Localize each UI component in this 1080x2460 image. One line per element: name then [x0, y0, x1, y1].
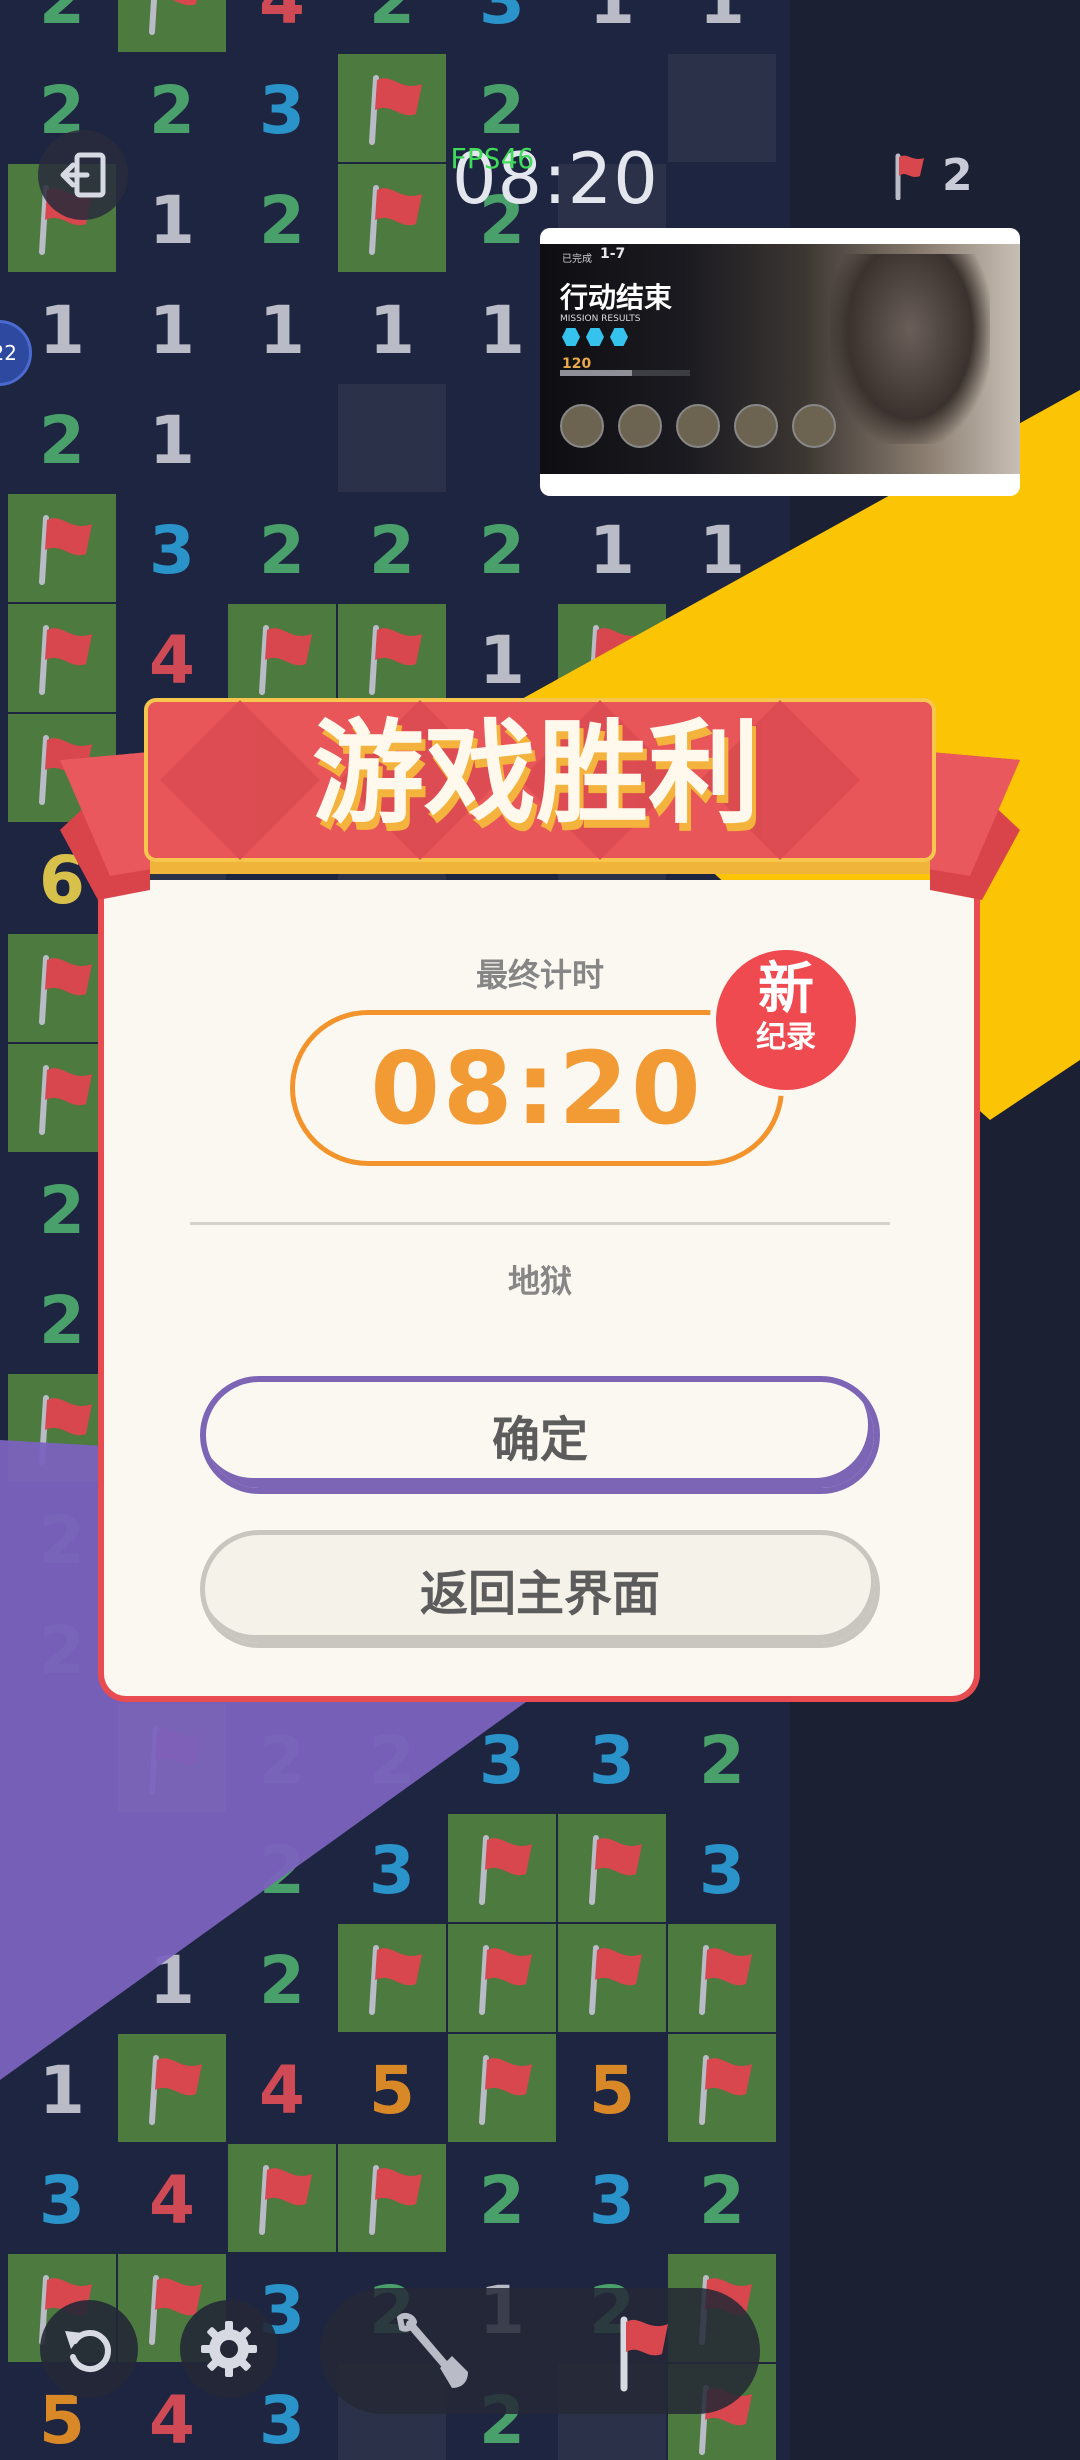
confirm-button[interactable]: 确定 — [200, 1376, 880, 1494]
thumbnail-stage-number: 1-7 — [600, 246, 626, 262]
flag-tool-icon[interactable] — [600, 2310, 684, 2394]
return-home-button[interactable]: 返回主界面 — [200, 1530, 880, 1648]
undo-button[interactable] — [40, 2300, 138, 2398]
new-record-line2: 纪录 — [756, 1020, 816, 1055]
final-time-label: 最终计时 — [475, 956, 604, 994]
final-time-box: 08:20 — [290, 1010, 784, 1166]
thumbnail-rating-icons — [562, 328, 628, 346]
thumbnail-stage-prefix: 已完成 — [562, 254, 592, 265]
undo-icon — [65, 2330, 111, 2372]
screenshot-thumbnail[interactable]: 已完成 1-7 行动结束 MISSION RESULTS 120 — [540, 228, 1020, 496]
final-time-value: 08:20 — [370, 1029, 704, 1147]
thumbnail-title: 行动结束 — [560, 281, 673, 314]
difficulty-label: 地狱 — [507, 1262, 572, 1300]
fps-counter: FPS46 — [450, 142, 535, 175]
new-record-badge: 新 纪录 — [710, 944, 862, 1096]
shovel-tool-icon[interactable] — [390, 2310, 474, 2394]
settings-button[interactable] — [180, 2300, 278, 2398]
victory-title: 游戏胜利 — [312, 709, 760, 839]
new-record-line1: 新 — [758, 957, 814, 1022]
thumbnail-reward-icons — [560, 404, 836, 448]
thumbnail-progress-bar — [560, 370, 690, 376]
thumbnail-character-art — [830, 254, 990, 444]
gear-icon — [201, 2321, 257, 2377]
thumbnail-subtitle: MISSION RESULTS — [560, 314, 641, 324]
tool-selector — [320, 2288, 760, 2414]
divider — [190, 1222, 890, 1225]
